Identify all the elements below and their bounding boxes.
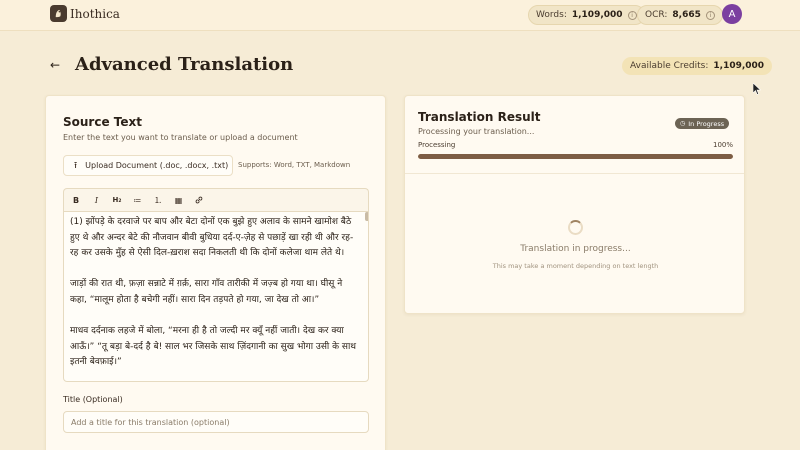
progress-label: Processing <box>418 141 456 149</box>
source-text-content[interactable]: (1) झोंपड़े के दरवाजे पर बाप और बेटा दोन… <box>70 215 360 371</box>
page-title: Advanced Translation <box>75 54 294 75</box>
info-icon[interactable]: i <box>705 10 715 20</box>
source-text-editor[interactable]: (1) झोंपड़े के दरवाजे पर बाप और बेटा दोन… <box>63 211 369 382</box>
app-name[interactable]: Ihothica <box>70 7 120 21</box>
credits-badge: Available Credits: 1,109,000 <box>622 57 773 75</box>
result-title: Translation Result <box>418 110 541 124</box>
ocr-label: OCR: <box>645 10 668 20</box>
divider <box>405 173 744 174</box>
upload-document-button[interactable]: ⭱ Upload Document (.doc, .docx, .txt) <box>63 155 233 176</box>
progress-note: This may take a moment depending on text… <box>492 262 659 270</box>
logo-icon[interactable] <box>50 5 67 22</box>
source-card: Source Text Enter the text you want to t… <box>45 95 386 450</box>
bullet-list-icon[interactable]: ≔ <box>130 192 146 208</box>
top-bar: Ihothica Words: 1,109,000 i OCR: 8,665 i… <box>0 0 800 31</box>
result-card: Translation Result ◷ In Progress Process… <box>404 95 745 314</box>
credits-value: 1,109,000 <box>713 61 765 71</box>
info-icon[interactable]: i <box>627 10 637 20</box>
supported-formats: Supports: Word, TXT, Markdown <box>238 161 351 169</box>
upload-icon: ⭱ <box>74 160 78 171</box>
clock-icon: ◷ <box>680 120 686 127</box>
heading-icon[interactable]: H₂ <box>109 192 125 208</box>
bold-icon[interactable]: B <box>68 192 84 208</box>
status-text: In Progress <box>688 119 725 128</box>
status-badge: ◷ In Progress <box>675 118 730 129</box>
words-value: 1,109,000 <box>571 10 623 20</box>
back-arrow-icon[interactable]: ← <box>50 58 60 72</box>
source-title: Source Text <box>63 115 142 129</box>
words-counter: Words: 1,109,000 i <box>528 5 645 25</box>
table-icon[interactable]: ▦ <box>171 192 187 208</box>
progress-message: Translation in progress... <box>520 244 631 254</box>
progress-percent: 100% <box>712 141 733 149</box>
italic-icon[interactable]: I <box>89 192 105 208</box>
numbered-list-icon[interactable]: ⒈ <box>150 192 166 208</box>
source-subtitle: Enter the text you want to translate or … <box>63 133 298 142</box>
progress-labels: Processing 100% <box>418 141 733 149</box>
editor-toolbar: B I H₂ ≔ ⒈ ▦ <box>63 188 369 211</box>
avatar[interactable]: A <box>722 4 742 24</box>
words-label: Words: <box>536 10 567 20</box>
mouse-cursor-icon <box>752 82 762 98</box>
progress-bar-fill <box>418 154 733 159</box>
link-icon[interactable] <box>191 192 207 208</box>
ocr-value: 8,665 <box>672 10 701 20</box>
editor-scrollbar[interactable] <box>365 212 368 221</box>
title-field[interactable] <box>63 411 369 433</box>
ocr-counter: OCR: 8,665 i <box>637 5 723 25</box>
title-field-label: Title (Optional) <box>63 395 123 404</box>
result-subtitle: Processing your translation... <box>418 127 535 136</box>
progress-bar <box>418 154 733 159</box>
upload-label: Upload Document (.doc, .docx, .txt) <box>85 161 229 170</box>
credits-label: Available Credits: <box>630 61 709 71</box>
loading-spinner-icon <box>568 220 583 235</box>
